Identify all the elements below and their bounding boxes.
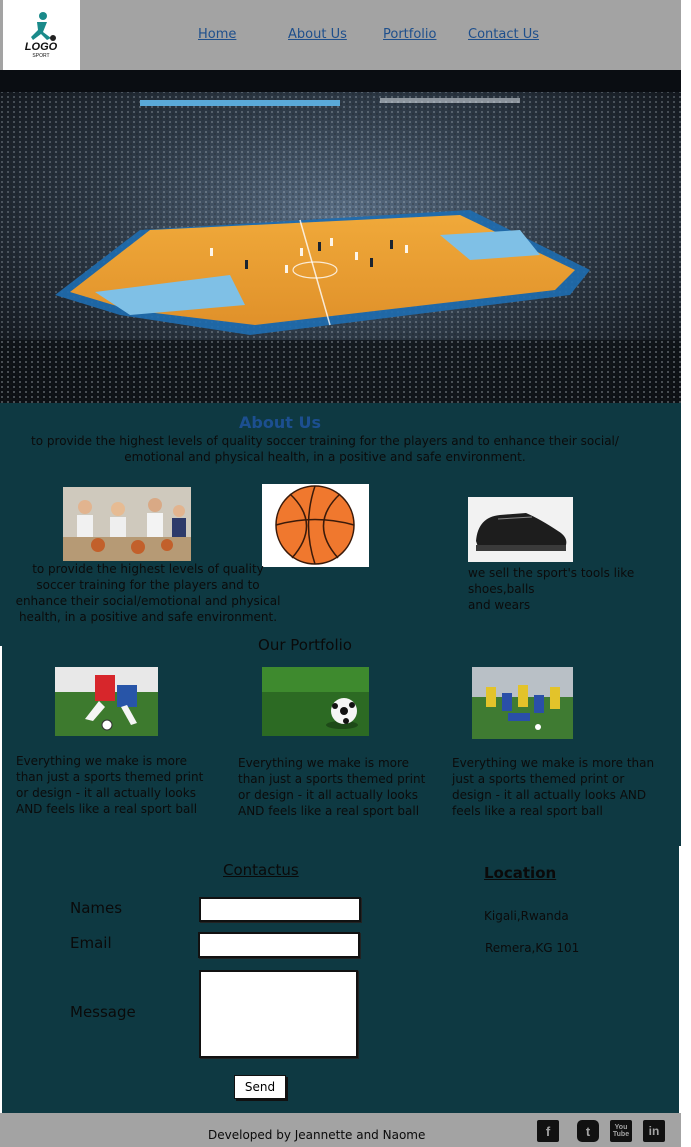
names-label: Names xyxy=(70,899,123,917)
feature-text-3-line3: and wears xyxy=(468,598,531,612)
linkedin-icon[interactable]: in xyxy=(643,1120,665,1142)
nav-contact-us[interactable]: Contact Us xyxy=(468,27,539,42)
portfolio-text-3: Everything we make is more than just a s… xyxy=(452,756,655,818)
location-title: Location xyxy=(484,864,557,882)
logo-text: LOGO xyxy=(25,41,58,53)
nav-portfolio[interactable]: Portfolio xyxy=(383,27,436,42)
feature-text-1: to provide the highest levels of quality… xyxy=(15,562,281,624)
contact-title: Contactus xyxy=(223,861,299,879)
youtube-icon[interactable]: You Tube xyxy=(610,1120,632,1142)
soccer-player-image xyxy=(55,667,158,736)
portfolio-text-2: Everything we make is more than just a s… xyxy=(238,756,426,818)
location-line-2: Remera,KG 101 xyxy=(485,941,580,955)
basketball-image xyxy=(262,484,369,567)
logo-icon: LOGO SPORT xyxy=(25,12,58,59)
message-label: Message xyxy=(70,1003,136,1021)
about-title: About Us xyxy=(239,413,321,432)
send-button[interactable]: Send xyxy=(234,1075,286,1099)
hero-image xyxy=(0,70,681,403)
sneaker-image xyxy=(468,497,573,562)
names-input[interactable] xyxy=(199,897,361,922)
about-text: to provide the highest levels of quality… xyxy=(31,434,619,464)
twitter-icon[interactable]: t xyxy=(577,1120,599,1142)
email-label: Email xyxy=(70,934,112,952)
logo-subtext: SPORT xyxy=(32,53,49,59)
email-input[interactable] xyxy=(198,932,360,958)
soccer-ball-image xyxy=(262,667,369,736)
feature-text-3-line1: we sell the sport's tools like xyxy=(468,566,635,580)
portfolio-text-1: Everything we make is more than just a s… xyxy=(16,754,204,816)
nav-home[interactable]: Home xyxy=(198,27,236,42)
feature-text-3-line2: shoes,balls xyxy=(468,582,535,596)
soccer-match-image xyxy=(472,667,573,739)
nav-about-us[interactable]: About Us xyxy=(288,27,347,42)
portfolio-title: Our Portfolio xyxy=(258,636,352,654)
kids-training-image xyxy=(63,487,191,561)
facebook-icon[interactable]: f xyxy=(537,1120,559,1142)
message-textarea[interactable] xyxy=(199,970,358,1058)
location-line-1: Kigali,Rwanda xyxy=(484,909,569,923)
footer-credit: Developed by Jeannette and Naome xyxy=(208,1128,426,1142)
logo[interactable]: LOGO SPORT xyxy=(3,0,80,70)
